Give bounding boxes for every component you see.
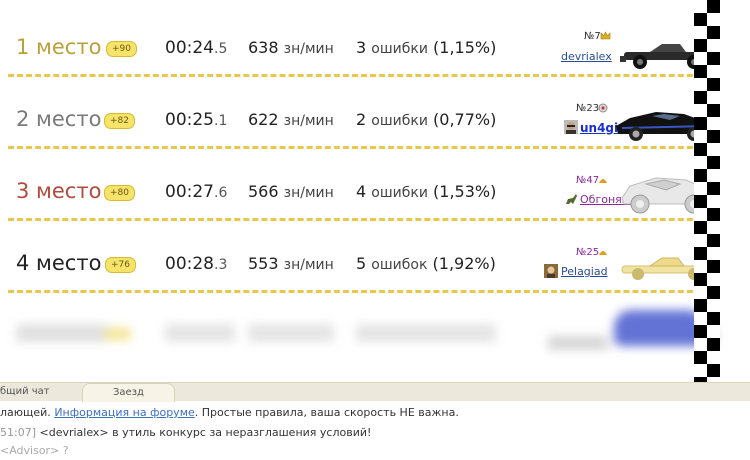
blurred-user — [548, 336, 608, 350]
user-rank: №23 — [576, 103, 600, 114]
bonus-badge: +82 — [104, 113, 135, 129]
dino-avatar-icon — [566, 194, 577, 204]
typing-speed: 553 зн/мин — [248, 254, 334, 273]
rank-badge-icon — [599, 251, 607, 255]
race-time: 00:27.6 — [165, 182, 228, 202]
rank-badge-icon — [599, 179, 607, 183]
lane-divider — [8, 74, 720, 77]
rank-badge-icon — [598, 103, 608, 113]
racer-row: 4 место +76 00:28.3 553 зн/мин 5 ошибок … — [0, 228, 720, 300]
typing-speed: 622 зн/мин — [248, 110, 334, 129]
avatar-icon — [564, 120, 578, 134]
chat-message: <Advisor> ? — [0, 444, 69, 457]
chat-tabs: бщий чат Заезд — [0, 382, 750, 402]
user-rank: №47 — [576, 175, 600, 186]
place-label: 1 место — [16, 35, 102, 59]
race-area: 1 место +90 00:24.5 638 зн/мин 3 ошибки … — [0, 0, 720, 382]
user-link[interactable]: Pelagiad — [561, 265, 608, 278]
lane-divider — [8, 146, 720, 149]
user-link[interactable]: devrialex — [561, 50, 612, 63]
crown-icon — [600, 31, 611, 40]
blurred-badge — [104, 328, 132, 340]
avatar-icon — [544, 264, 558, 278]
typing-speed: 566 зн/мин — [248, 182, 334, 201]
place-label: 3 место — [16, 179, 102, 203]
race-time: 00:24.5 — [165, 38, 228, 58]
chat-message: 51:07] <devrialex> в утиль конкурс за не… — [0, 426, 372, 439]
blurred-errors — [356, 324, 496, 342]
place-label: 2 место — [16, 107, 102, 131]
race-time: 00:28.3 — [165, 254, 228, 274]
error-count: 2 ошибки (0,77%) — [356, 110, 497, 129]
error-count: 4 ошибки (1,53%) — [356, 182, 497, 201]
forum-info-link[interactable]: Информация на форуме — [54, 406, 194, 419]
racer-row: 3 место +80 00:27.6 566 зн/мин 4 ошибки … — [0, 156, 720, 228]
typing-speed: 638 зн/мин — [248, 38, 334, 57]
bonus-badge: +80 — [104, 185, 135, 201]
lane-divider — [8, 218, 720, 221]
tab-general-chat[interactable]: бщий чат — [0, 383, 50, 401]
finish-line-checker — [694, 0, 720, 382]
racer-row: 2 место +82 00:25.1 622 зн/мин 2 ошибки … — [0, 84, 720, 156]
blurred-time — [165, 324, 235, 342]
racer-row-blurred — [0, 300, 720, 372]
error-count: 5 ошибок (1,92%) — [356, 254, 496, 273]
place-label: 4 место — [16, 251, 102, 275]
user-rank: №7 — [584, 31, 601, 42]
racer-row: 1 место +90 00:24.5 638 зн/мин 3 ошибки … — [0, 12, 720, 84]
blurred-speed — [248, 324, 334, 342]
user-rank: №25 — [576, 247, 600, 258]
chat-message: лающей. Информация на форуме. Простые пр… — [0, 406, 459, 419]
chat-timestamp: 51:07] — [0, 426, 36, 439]
chat-log: лающей. Информация на форуме. Простые пр… — [0, 400, 750, 460]
race-time: 00:25.1 — [165, 110, 228, 130]
blurred-place — [16, 324, 108, 342]
bonus-badge: +90 — [106, 41, 137, 57]
bonus-badge: +76 — [105, 257, 136, 273]
error-count: 3 ошибки (1,15%) — [356, 38, 497, 57]
lane-divider — [8, 290, 720, 293]
